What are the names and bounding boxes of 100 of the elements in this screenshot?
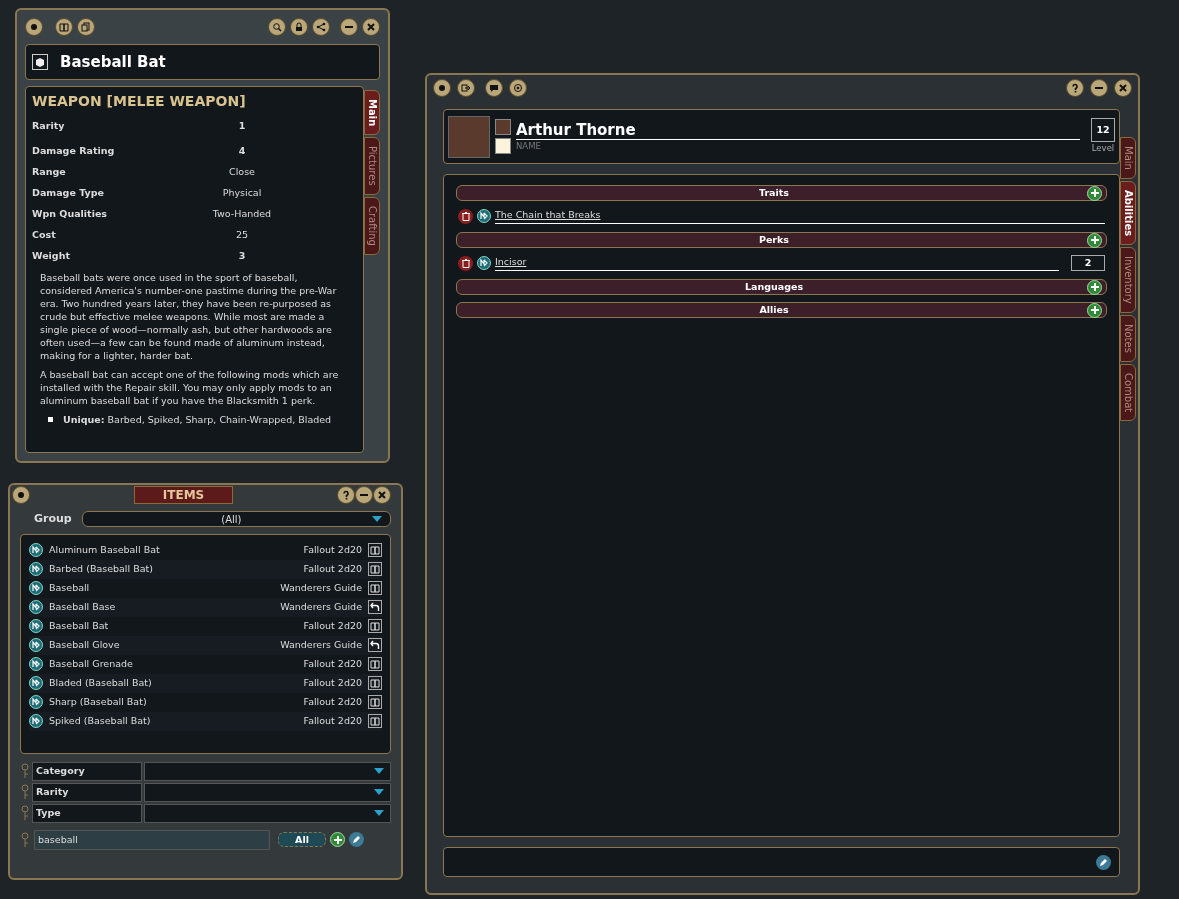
link-badge-icon[interactable] [29, 657, 43, 671]
list-item[interactable]: Baseball Bat Fallout 2d20 [29, 616, 382, 636]
side-tab[interactable]: Main [1120, 137, 1136, 179]
add-button[interactable] [1087, 302, 1102, 318]
link-badge-icon[interactable] [29, 543, 43, 557]
book-icon [370, 697, 380, 707]
close-button[interactable] [373, 486, 391, 504]
source-button[interactable] [368, 562, 382, 576]
search-icon [272, 22, 282, 32]
add-button[interactable] [1087, 279, 1102, 295]
description-paragraph: Baseball bats were once used in the sport of baseball, considered America's number-one pastime during the pre-War era. Two hundred years later, they have been re-purposed as crude but effective melee weapons. While most are made a single piece of wood—normally ash, but other hardwoods are often used—a few can be found made of aluminum instead, making for a lighter, harder bat. [40, 271, 338, 362]
list-item[interactable]: Aluminum Baseball Bat Fallout 2d20 [29, 540, 382, 560]
color-swatch[interactable] [495, 138, 511, 154]
filter-dropdown[interactable] [144, 761, 391, 781]
link-badge-icon[interactable] [29, 714, 43, 728]
level-caption: Level [1091, 142, 1115, 155]
list-item[interactable]: Bladed (Baseball Bat) Fallout 2d20 [29, 673, 382, 693]
help-button[interactable] [337, 486, 355, 504]
list-item[interactable]: Sharp (Baseball Bat) Fallout 2d20 [29, 692, 382, 712]
side-tab[interactable]: Main [364, 90, 380, 136]
link-badge-icon[interactable] [477, 209, 491, 223]
chat-input-field[interactable] [443, 847, 1120, 877]
source-button[interactable] [368, 676, 382, 690]
source-button[interactable] [368, 638, 382, 652]
link-badge-icon[interactable] [29, 600, 43, 614]
ability-name[interactable]: Incisor [495, 255, 1059, 271]
search-field[interactable]: baseball [34, 829, 270, 850]
link-badge-icon[interactable] [477, 256, 491, 270]
delete-button[interactable] [458, 255, 473, 271]
close-button[interactable] [362, 18, 380, 36]
source-button[interactable] [368, 619, 382, 633]
link-badge-icon[interactable] [29, 695, 43, 709]
target-icon [513, 83, 523, 93]
list-item[interactable]: Baseball Glove Wanderers Guide [29, 635, 382, 655]
book-icon [370, 564, 380, 574]
edit-button[interactable] [1096, 854, 1111, 870]
filter-label: Category [32, 761, 142, 781]
side-tab[interactable]: Pictures [364, 137, 380, 195]
filter-dropdown[interactable] [144, 782, 391, 802]
filter-dropdown[interactable] [144, 803, 391, 823]
target-button[interactable] [509, 79, 527, 97]
source-button[interactable] [368, 657, 382, 671]
minimize-button[interactable] [340, 18, 358, 36]
level-field[interactable]: 12 [1091, 118, 1115, 143]
list-item[interactable]: Baseball Grenade Fallout 2d20 [29, 654, 382, 674]
ability-name[interactable]: The Chain that Breaks [495, 208, 1105, 224]
list-item[interactable]: Barbed (Baseball Bat) Fallout 2d20 [29, 559, 382, 579]
stat-label: Damage Rating [32, 144, 116, 159]
source-button[interactable] [368, 600, 382, 614]
rank-field[interactable]: 2 [1071, 255, 1105, 271]
all-button[interactable]: All [278, 832, 326, 847]
name-field[interactable]: Arthur Thorne [516, 120, 1080, 140]
source-button[interactable] [368, 543, 382, 557]
edit-button[interactable] [349, 832, 364, 847]
share-button[interactable] [312, 18, 330, 36]
side-tab[interactable]: Inventory [1120, 247, 1136, 313]
help-icon [1070, 83, 1080, 93]
book-icon [370, 678, 380, 688]
export-icon [461, 83, 471, 93]
add-button[interactable] [1087, 232, 1102, 248]
stat-label: Weight [32, 249, 71, 264]
delete-button[interactable] [458, 208, 473, 224]
minimize-button[interactable] [355, 486, 373, 504]
link-badge-icon[interactable] [29, 619, 43, 633]
link-badge-icon[interactable] [29, 581, 43, 595]
source-button[interactable] [368, 695, 382, 709]
link-badge-icon[interactable] [29, 562, 43, 576]
search-button[interactable] [268, 18, 286, 36]
link-badge-icon[interactable] [29, 676, 43, 690]
key-icon [20, 784, 30, 800]
link-badge-icon[interactable] [29, 638, 43, 652]
pencil-icon [352, 835, 361, 844]
source-button[interactable] [368, 714, 382, 728]
book-button[interactable] [55, 18, 73, 36]
copy-button[interactable] [77, 18, 95, 36]
menu-button[interactable] [12, 486, 30, 504]
side-tab[interactable]: Notes [1120, 314, 1136, 362]
close-button[interactable] [1114, 79, 1132, 97]
book-icon [370, 545, 380, 555]
item-title: Baseball Bat [60, 51, 166, 73]
list-item[interactable]: Spiked (Baseball Bat) Fallout 2d20 [29, 711, 382, 731]
list-item[interactable]: Baseball Base Wanderers Guide [29, 597, 382, 617]
source-button[interactable] [368, 581, 382, 595]
side-tab[interactable]: Crafting [364, 196, 380, 255]
menu-button[interactable] [25, 18, 43, 36]
side-tab[interactable]: Combat [1120, 363, 1136, 421]
add-button[interactable] [1087, 185, 1102, 201]
menu-button[interactable] [433, 79, 451, 97]
plus-icon [1090, 236, 1099, 244]
group-dropdown[interactable]: (All) [81, 511, 391, 528]
side-tab[interactable]: Abilities [1120, 180, 1136, 245]
export-button[interactable] [457, 79, 475, 97]
chat-button[interactable] [485, 79, 503, 97]
list-item[interactable]: Baseball Wanderers Guide [29, 578, 382, 598]
help-button[interactable] [1066, 79, 1084, 97]
add-button[interactable] [330, 832, 345, 847]
box-icon [32, 54, 48, 70]
minimize-button[interactable] [1090, 79, 1108, 97]
lock-button[interactable] [290, 18, 308, 36]
help-icon [341, 490, 351, 500]
